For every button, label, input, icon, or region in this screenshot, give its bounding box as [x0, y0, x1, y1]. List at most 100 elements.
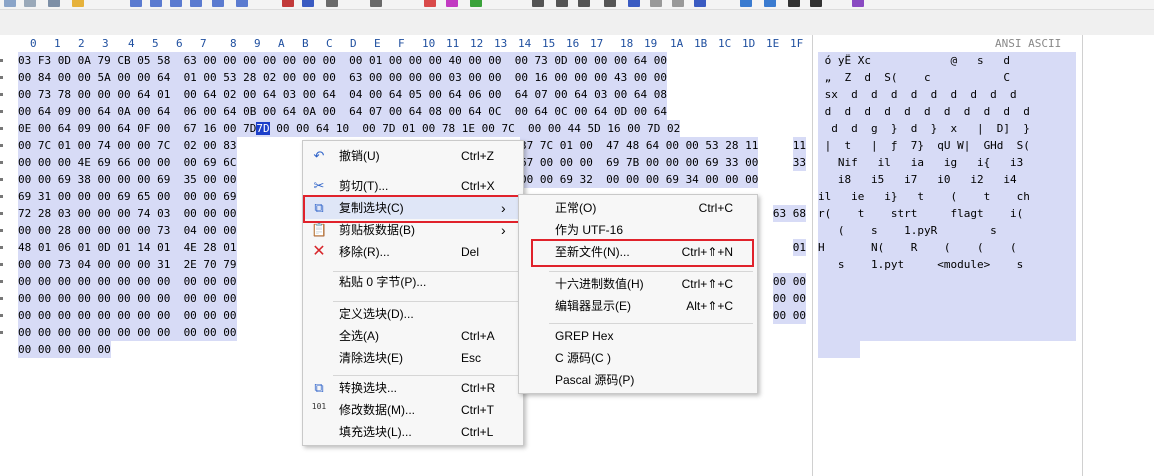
menu-item-label: Pascal 源码(P) [555, 373, 635, 387]
ascii-row[interactable] [818, 273, 1076, 290]
hex-row-fragment[interactable]: 00 00 [772, 273, 806, 290]
submenu-item-utf16[interactable]: 作为 UTF-16 [519, 219, 755, 241]
ascii-row[interactable]: sx d d d d d d d d d [818, 86, 1076, 103]
toolbar-icon[interactable] [424, 0, 436, 7]
hex-row[interactable]: 00 73 78 00 00 00 64 01 00 64 02 00 64 0… [18, 86, 668, 103]
toolbar-icon[interactable] [48, 0, 60, 7]
toolbar-icon[interactable] [326, 0, 338, 7]
ascii-row[interactable]: ó yË Xc @ s d [818, 52, 1076, 69]
ascii-row[interactable] [818, 290, 1076, 307]
hex-row[interactable]: 00 00 73 04 00 00 00 31 2E 70 79 [18, 256, 237, 273]
menu-item-convert-block[interactable]: ⧉ 转换选块... Ctrl+R [303, 377, 521, 399]
toolbar-icon[interactable] [236, 0, 248, 7]
toolbar-icon[interactable] [852, 0, 864, 7]
toolbar-icon[interactable] [788, 0, 800, 7]
hex-row[interactable]: 03 F3 0D 0A 79 CB 05 58 63 00 00 00 00 0… [18, 52, 668, 69]
hex-row-fragment[interactable]: 11 [792, 137, 806, 154]
hex-row[interactable]: 00 64 09 00 64 0A 00 64 06 00 64 0B 00 6… [18, 103, 668, 120]
toolbar-icon[interactable] [24, 0, 36, 7]
submenu-item-pascal-source[interactable]: Pascal 源码(P) [519, 369, 755, 391]
submenu-item-c-source[interactable]: C 源码(C ) [519, 347, 755, 369]
hex-row[interactable]: 00 00 00 00 00 00 00 00 00 00 00 [18, 290, 237, 307]
ascii-row[interactable]: | t | ƒ 7} qU W| GHd S( [818, 137, 1076, 154]
toolbar-icon[interactable] [764, 0, 776, 7]
submenu-item-normal[interactable]: 正常(O) Ctrl+C [519, 197, 755, 219]
ascii-row[interactable]: s 1.pyt <module> s [818, 256, 1076, 273]
toolbar-icon[interactable] [170, 0, 182, 7]
submenu-item-editor-display[interactable]: 编辑器显示(E) Alt+⇑+C [519, 295, 755, 317]
hex-row[interactable]: 00 84 00 00 5A 00 00 64 01 00 53 28 02 0… [18, 69, 668, 86]
hex-row-fragment[interactable]: 00 00 [772, 307, 806, 324]
hex-row[interactable]: 00 00 28 00 00 00 00 73 04 00 00 [18, 222, 237, 239]
toolbar-icon[interactable] [810, 0, 822, 7]
cursor-byte[interactable]: 7D [256, 122, 270, 135]
toolbar-icon[interactable] [446, 0, 458, 7]
toolbar-icon[interactable] [282, 0, 294, 7]
row-gutter-marker [0, 314, 3, 317]
hex-row[interactable]: 69 31 00 00 00 69 65 00 00 00 69 [18, 188, 237, 205]
column-label: 6 [176, 37, 183, 50]
hex-row[interactable]: 00 00 69 38 00 00 00 69 35 00 00 [18, 171, 237, 188]
toolbar-icon[interactable] [150, 0, 162, 7]
hex-row-fragment[interactable]: 37 7C 01 00 47 48 64 00 00 53 28 11 [520, 137, 759, 154]
menu-item-remove[interactable]: ✕ 移除(R)... Del [303, 241, 521, 263]
column-label: 2 [78, 37, 85, 50]
ascii-row[interactable]: d d g } d } x | D] } [818, 120, 1076, 137]
toolbar-icon[interactable] [370, 0, 382, 7]
menu-item-cut[interactable]: ✂ 剪切(T)... Ctrl+X [303, 175, 521, 197]
toolbar-icon[interactable] [130, 0, 142, 7]
hex-row-fragment[interactable]: 00 00 69 32 00 00 00 69 34 00 00 00 [520, 171, 759, 188]
hex-row-fragment[interactable]: 67 00 00 00 69 7B 00 00 00 69 33 00 [520, 154, 759, 171]
toolbar-icon[interactable] [650, 0, 662, 7]
toolbar-icon[interactable] [694, 0, 706, 7]
column-label: 1D [742, 37, 756, 50]
toolbar-icon[interactable] [72, 0, 84, 7]
toolbar-icon[interactable] [578, 0, 590, 7]
submenu-item-grep-hex[interactable]: GREP Hex [519, 325, 755, 347]
hex-row[interactable]: 48 01 06 01 0D 01 14 01 4E 28 01 [18, 239, 237, 256]
ascii-row[interactable]: d d d d d d d d d d d [818, 103, 1076, 120]
toolbar-icon[interactable] [556, 0, 568, 7]
toolbar-icon[interactable] [740, 0, 752, 7]
hex-row-fragment[interactable]: 63 68 [772, 205, 806, 222]
hex-row-fragment[interactable]: 00 00 [772, 290, 806, 307]
ascii-row[interactable] [818, 324, 1076, 341]
menu-item-select-all[interactable]: 全选(A) Ctrl+A [303, 325, 521, 347]
ascii-row[interactable]: i8 i5 i7 i0 i2 i4 [818, 171, 1076, 188]
ascii-row[interactable]: H N( R ( ( ( [818, 239, 1076, 256]
hex-row[interactable]: 00 00 00 4E 69 66 00 00 00 69 6C [18, 154, 237, 171]
ascii-row[interactable]: „ Z d S( c C [818, 69, 1076, 86]
menu-item-paste[interactable]: 粘贴 0 字节(P)... [303, 271, 521, 293]
row-gutter-marker [0, 76, 3, 79]
menu-item-modify-data[interactable]: 101 修改数据(M)... Ctrl+T [303, 399, 521, 421]
hex-row[interactable]: 00 00 00 00 00 00 00 00 00 00 00 [18, 273, 237, 290]
ascii-row[interactable] [818, 341, 860, 358]
ascii-row[interactable] [818, 307, 1076, 324]
toolbar-icon[interactable] [604, 0, 616, 7]
hex-row[interactable]: 00 7C 01 00 74 00 00 7C 02 00 83 [18, 137, 237, 154]
hex-row[interactable]: 00 00 00 00 00 00 00 00 00 00 00 [18, 307, 237, 324]
hex-row[interactable]: 0E 00 64 09 00 64 0F 00 67 16 00 7D7D 00… [18, 120, 681, 137]
toolbar-icon[interactable] [212, 0, 224, 7]
menu-item-define-block[interactable]: 定义选块(D)... [303, 303, 521, 325]
hex-row[interactable]: 72 28 03 00 00 00 74 03 00 00 00 [18, 205, 237, 222]
toolbar-icon[interactable] [302, 0, 314, 7]
hex-row-fragment[interactable]: 01 [792, 239, 806, 256]
ascii-row[interactable]: Nif il ia ig i{ i3 [818, 154, 1076, 171]
hex-row[interactable]: 00 00 00 00 00 [18, 341, 111, 358]
toolbar-icon[interactable] [190, 0, 202, 7]
toolbar-icon[interactable] [532, 0, 544, 7]
menu-item-clear-block[interactable]: 清除选块(E) Esc [303, 347, 521, 369]
toolbar-icon[interactable] [628, 0, 640, 7]
ascii-row[interactable]: r( t strt flagt i( [818, 205, 1076, 222]
toolbar-icon[interactable] [4, 0, 16, 7]
submenu-item-hex-values[interactable]: 十六进制数值(H) Ctrl+⇑+C [519, 273, 755, 295]
ascii-row[interactable]: ( s 1.pyR s [818, 222, 1076, 239]
menu-item-undo[interactable]: ↶ 撤销(U) Ctrl+Z [303, 145, 521, 167]
menu-item-fill-block[interactable]: 填充选块(L)... Ctrl+L [303, 421, 521, 443]
hex-row-fragment[interactable]: 33 [792, 154, 806, 171]
toolbar-icon[interactable] [672, 0, 684, 7]
ascii-row[interactable]: il ie i} t ( t ch [818, 188, 1076, 205]
hex-row[interactable]: 00 00 00 00 00 00 00 00 00 00 00 [18, 324, 237, 341]
toolbar-icon[interactable] [470, 0, 482, 7]
